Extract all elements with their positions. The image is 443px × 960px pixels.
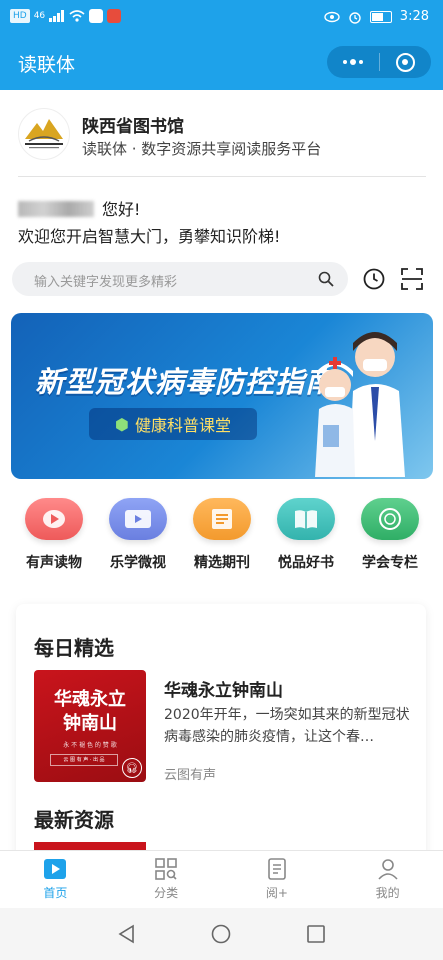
wifi-icon [69, 10, 85, 22]
tab-category[interactable]: 分类 [111, 851, 222, 909]
banner-tag-label: 健康科普课堂 [134, 416, 231, 435]
promo-banner[interactable]: 新型冠状病毒防控指南 ⬢ 健康科普课堂 [11, 313, 433, 479]
category-label: 悦品好书 [278, 555, 334, 571]
headphone-icon: 🎧︎ [122, 758, 142, 778]
cover-subtitle: 永 不 褪 色 的 赞 歌 [63, 742, 117, 749]
category-label: 精选期刊 [194, 555, 250, 571]
user-icon [378, 859, 398, 880]
system-navigation-bar [0, 908, 443, 960]
status-bar: HD 46 3:28 [0, 0, 443, 34]
featured-source: 云图有声 [164, 768, 217, 783]
app-title: 读联体 [18, 54, 76, 76]
video-icon [109, 498, 167, 540]
more-dots-icon [342, 59, 363, 65]
daily-picks-title: 每日精选 [34, 636, 114, 660]
search-icon [318, 271, 334, 287]
library-logo [18, 108, 70, 160]
featured-description: 2020年开年，一场突如其来的新型冠状病毒感染的肺炎疫情，让这个春… [164, 707, 410, 745]
society-icon [361, 498, 419, 540]
tab-home[interactable]: 首页 [0, 851, 111, 909]
library-subtitle: 读联体 · 数字资源共享阅读服务平台 [82, 140, 322, 158]
network-badge: 46 [33, 11, 46, 21]
eye-comfort-icon [324, 11, 340, 22]
category-grid: 有声读物 乐学微视 精选期刊 悦品好书 学会专栏 [0, 498, 443, 588]
category-society[interactable]: 学会专栏 [348, 498, 432, 572]
category-books[interactable]: 悦品好书 [264, 498, 348, 572]
status-left: HD 46 [10, 9, 122, 23]
tab-reading-plus[interactable]: 阅+ [222, 851, 333, 909]
recents-square-icon[interactable] [306, 924, 326, 944]
miniprogram-capsule [327, 46, 431, 78]
tab-label: 阅+ [265, 886, 288, 900]
hd-badge: HD [10, 9, 30, 23]
battery-icon [369, 10, 392, 23]
target-circle-icon [395, 52, 415, 72]
tab-label: 首页 [43, 886, 68, 900]
magazine-icon [193, 498, 251, 540]
cover-badge: 云 图 有 声 · 出 品 [50, 754, 118, 766]
headphone-icon [25, 498, 83, 540]
library-name: 陕西省图书馆 [82, 117, 184, 137]
category-journals[interactable]: 精选期刊 [180, 498, 264, 572]
latest-resource-peek[interactable] [34, 842, 146, 850]
status-right: 3:28 [324, 9, 429, 24]
back-triangle-icon[interactable] [117, 924, 137, 944]
shield-icon: ⬢ [115, 414, 129, 434]
home-circle-icon[interactable] [211, 924, 231, 944]
history-clock-icon[interactable] [363, 268, 385, 290]
app-notification-icon [89, 9, 104, 23]
alarm-icon [349, 11, 361, 24]
grid-category-icon [155, 858, 177, 880]
category-label: 有声读物 [26, 555, 82, 571]
home-play-icon [44, 859, 67, 879]
reading-doc-icon [268, 858, 286, 880]
category-audiobooks[interactable]: 有声读物 [12, 498, 96, 572]
banner-tag: ⬢ 健康科普课堂 [89, 408, 257, 440]
category-label: 学会专栏 [362, 555, 418, 571]
bottom-tab-bar: 首页 分类 阅+ 我的 [0, 850, 443, 909]
welcome-text: 欢迎您开启智慧大门，勇攀知识阶梯! [18, 227, 281, 246]
category-label: 乐学微视 [110, 555, 166, 571]
doctors-illustration [315, 332, 405, 477]
main-content: 陕西省图书馆 读联体 · 数字资源共享阅读服务平台 您好! 欢迎您开启智慧大门，… [0, 90, 443, 850]
cover-title-line2: 钟南山 [63, 713, 117, 734]
status-time: 3:28 [399, 9, 429, 24]
category-videos[interactable]: 乐学微视 [96, 498, 180, 572]
tab-mine[interactable]: 我的 [332, 851, 443, 909]
tab-label: 我的 [375, 886, 400, 900]
featured-title[interactable]: 华魂永立钟南山 [164, 676, 283, 701]
close-miniprogram-button[interactable] [380, 46, 432, 78]
search-placeholder: 输入关键字发现更多精彩 [34, 275, 178, 290]
banner-title: 新型冠状病毒防控指南 [35, 365, 336, 399]
latest-resources-title: 最新资源 [34, 808, 114, 832]
search-bar[interactable]: 输入关键字发现更多精彩 [12, 262, 348, 296]
greeting-line: 您好! [18, 196, 140, 220]
cover-title: 华魂永立 钟南山 [34, 688, 146, 736]
signal-icon [49, 10, 65, 22]
scan-icon[interactable] [401, 268, 423, 290]
app-header: 读联体 [0, 34, 443, 90]
greeting-text: 您好! [102, 200, 141, 219]
tab-label: 分类 [154, 886, 179, 900]
book-icon [277, 498, 335, 540]
library-header[interactable]: 陕西省图书馆 读联体 · 数字资源共享阅读服务平台 [18, 108, 426, 177]
cover-title-line1: 华魂永立 [54, 689, 126, 710]
more-button[interactable] [327, 46, 379, 78]
blurred-username [18, 201, 94, 217]
app-notification-icon-2 [107, 9, 122, 23]
featured-cover[interactable]: 华魂永立 钟南山 永 不 褪 色 的 赞 歌 云 图 有 声 · 出 品 🎧︎ [34, 670, 146, 782]
